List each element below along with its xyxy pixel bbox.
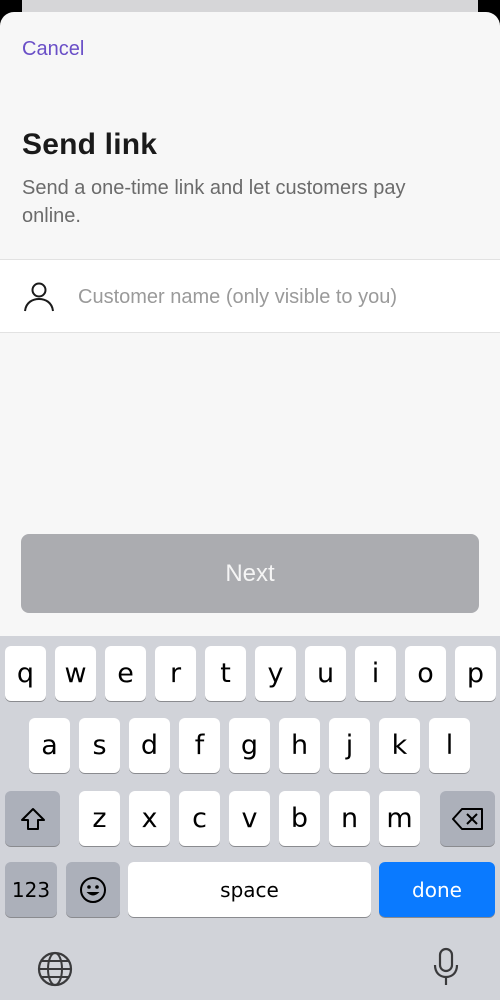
microphone-icon [433,947,459,985]
key-m[interactable]: m [379,791,420,846]
page-title: Send link [22,128,158,161]
backspace-key[interactable] [440,791,495,846]
customer-name-row[interactable] [0,259,500,333]
on-screen-keyboard: 123 space done qwertyuiop asdfghjkl zxcvbn… [0,636,500,1000]
key-b[interactable]: b [279,791,320,846]
key-y[interactable]: y [255,646,296,701]
key-p[interactable]: p [455,646,496,701]
key-c[interactable]: c [179,791,220,846]
emoji-key[interactable] [66,862,120,917]
globe-key[interactable] [36,950,74,988]
backspace-icon [451,807,483,830]
emoji-icon [80,876,106,903]
customer-name-input[interactable] [78,276,488,318]
key-i[interactable]: i [355,646,396,701]
send-link-sheet: Cancel Send link Send a one-time link an… [0,12,500,636]
key-l[interactable]: l [429,718,470,773]
next-button[interactable]: Next [21,534,479,613]
key-j[interactable]: j [329,718,370,773]
key-q[interactable]: q [5,646,46,701]
key-o[interactable]: o [405,646,446,701]
page-subtitle: Send a one-time link and let customers p… [22,177,406,227]
key-d[interactable]: d [129,718,170,773]
person-icon [24,282,54,312]
key-k[interactable]: k [379,718,420,773]
key-v[interactable]: v [229,791,270,846]
key-s[interactable]: s [79,718,120,773]
numbers-key[interactable]: 123 [5,862,57,917]
key-h[interactable]: h [279,718,320,773]
key-z[interactable]: z [79,791,120,846]
shift-key[interactable] [5,791,60,846]
key-u[interactable]: u [305,646,346,701]
key-n[interactable]: n [329,791,370,846]
key-w[interactable]: w [55,646,96,701]
done-key[interactable]: done [379,862,495,917]
key-t[interactable]: t [205,646,246,701]
key-a[interactable]: a [29,718,70,773]
key-x[interactable]: x [129,791,170,846]
key-r[interactable]: r [155,646,196,701]
key-f[interactable]: f [179,718,220,773]
key-g[interactable]: g [229,718,270,773]
microphone-key[interactable] [430,946,462,988]
globe-icon [37,951,73,987]
shift-icon [20,807,45,830]
cancel-button[interactable]: Cancel [22,38,84,61]
key-e[interactable]: e [105,646,146,701]
space-key[interactable]: space [128,862,371,917]
